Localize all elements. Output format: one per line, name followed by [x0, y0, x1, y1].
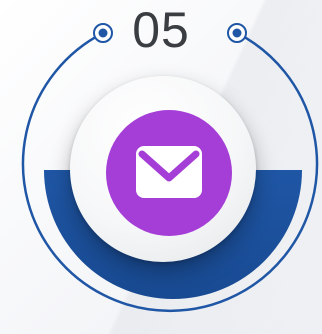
envelope-icon	[136, 146, 202, 198]
icon-circle	[106, 110, 232, 236]
step-number: 05	[132, 2, 190, 58]
step-badge: 05	[0, 0, 322, 334]
